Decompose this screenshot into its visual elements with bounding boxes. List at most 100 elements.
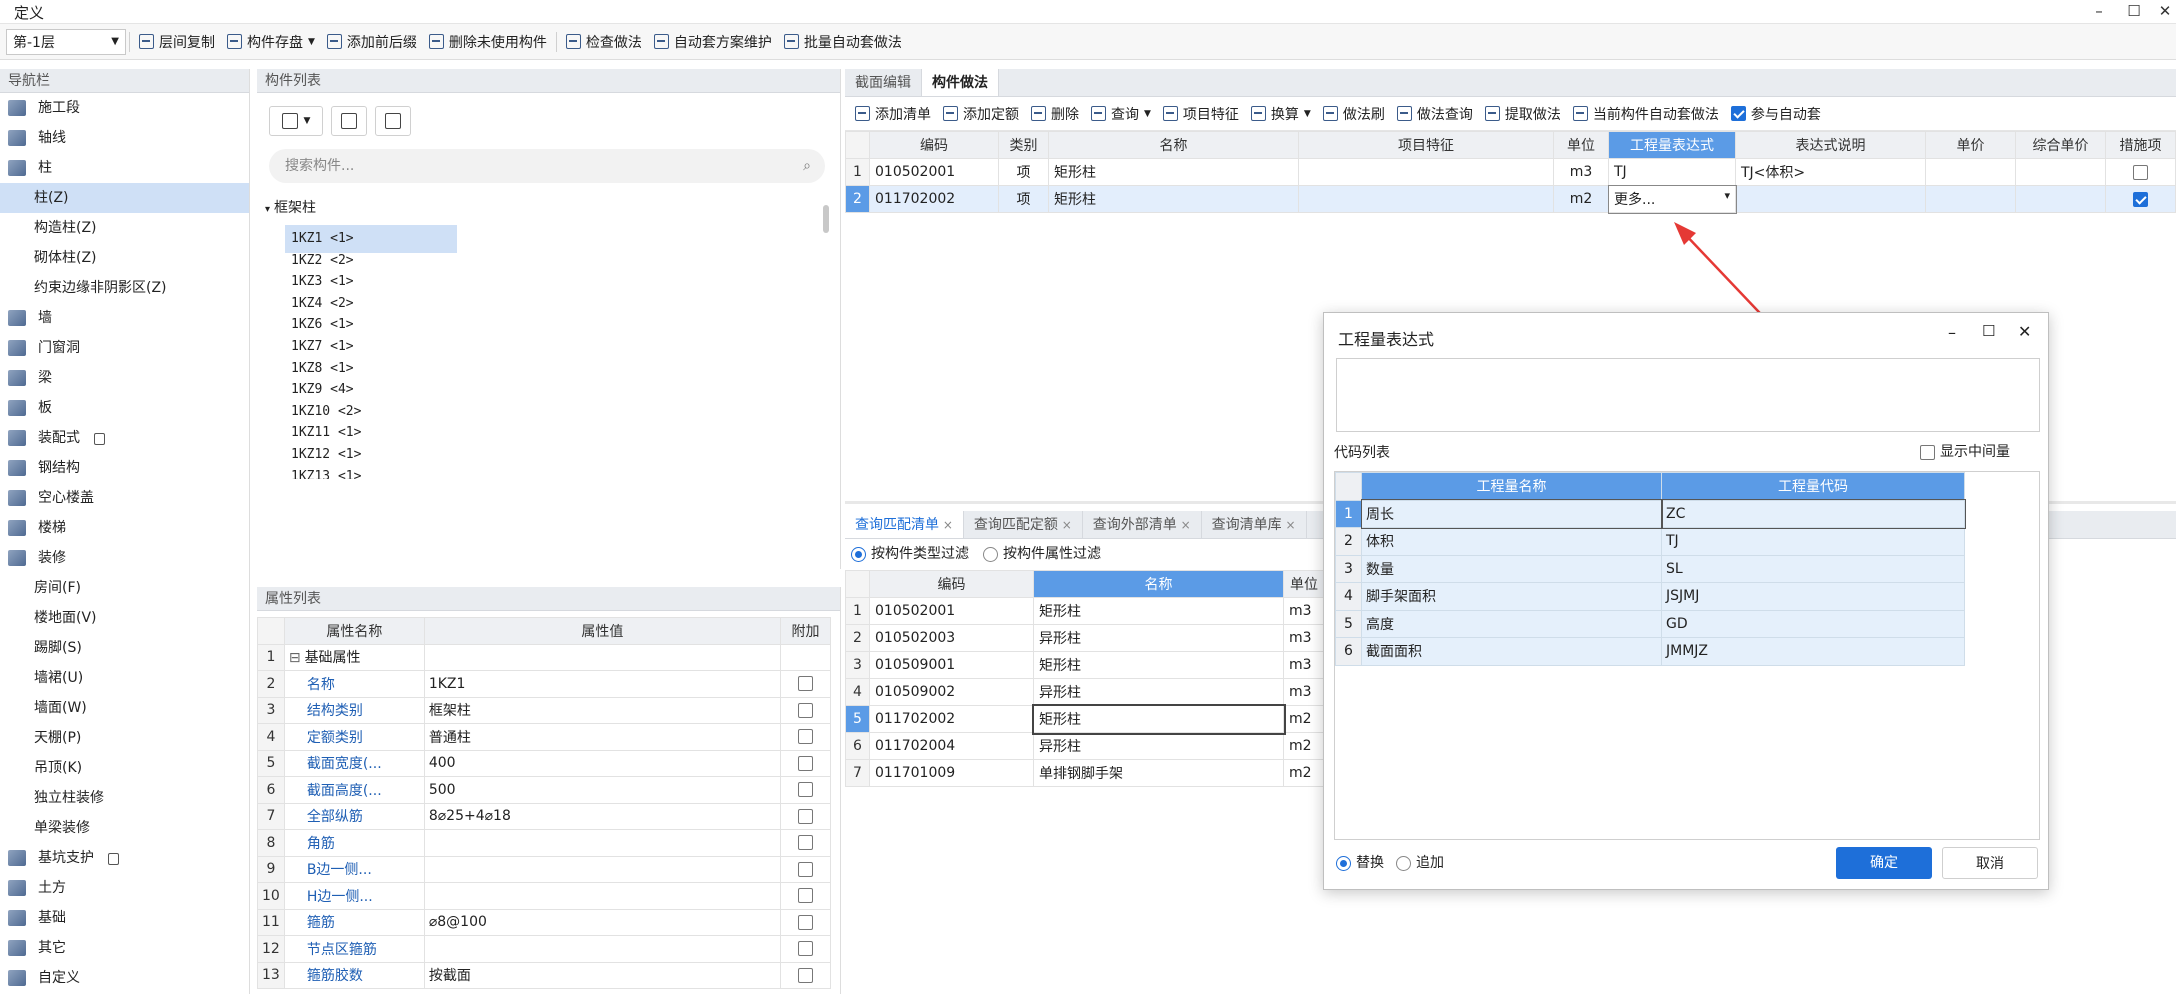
property-name[interactable]: ⊟ 基础属性 [283,643,425,671]
code-value[interactable]: SL [1661,554,1965,583]
query-cell-code[interactable]: 010509001 [869,651,1034,679]
check-method-button[interactable]: 检查做法 [560,28,648,56]
method-cell-unit[interactable]: m3 [1553,158,1609,186]
nav-item[interactable]: 砌体柱(Z) [0,243,249,273]
method-toolbar-button[interactable]: 添加定额 [937,100,1025,128]
query-tab[interactable]: 查询清单库 × [1202,511,1307,538]
property-name[interactable]: 节点区箍筋 [283,935,425,963]
method-toolbar-button[interactable]: 添加清单 [849,100,937,128]
method-cell-expr[interactable]: TJ [1608,158,1736,186]
attach-checkbox[interactable] [798,729,813,745]
method-cell-desc[interactable]: TJ<体积> [1735,158,1926,186]
nav-item[interactable]: 施工段 [0,93,249,123]
property-name[interactable]: 截面高度(... [283,776,425,804]
query-row[interactable]: 5 011702002 矩形柱 m2 [845,703,1325,735]
measure-checkbox[interactable] [2133,191,2148,207]
nav-item[interactable]: 墙裙(U) [0,663,249,693]
method-toolbar-button[interactable]: 查询 ▼ [1085,100,1157,128]
query-cell-name[interactable]: 矩形柱 [1031,703,1286,735]
attach-checkbox[interactable] [798,835,813,851]
property-value[interactable]: 8⌀25+4⌀18 [423,802,782,830]
query-cell-code[interactable]: 010509002 [869,678,1034,706]
append-radio[interactable]: 追加 [1396,852,1444,872]
nav-item[interactable]: 基础 [0,903,249,933]
method-cell-expr[interactable]: 更多... ▾ [1607,184,1737,214]
new-component-button[interactable]: ▼ [269,106,323,136]
query-row[interactable]: 1 010502001 矩形柱 m3 [845,597,1325,625]
auto-apply-checkbox[interactable] [1730,106,1746,121]
query-cell-name[interactable]: 矩形柱 [1033,597,1284,625]
property-value[interactable] [423,829,782,857]
component-item[interactable]: 1KZ13 <1> [285,463,457,479]
close-tab-icon[interactable]: × [1177,518,1191,532]
code-row[interactable]: 5 高度 GD [1335,609,1965,638]
method-toolbar-button[interactable]: 当前构件自动套做法 [1567,100,1725,128]
method-cell-feat[interactable] [1298,185,1554,213]
code-row[interactable]: 1 周长 ZC [1335,499,1966,529]
nav-item[interactable]: 柱(Z) [0,183,249,213]
nav-item[interactable]: 吊顶(K) [0,753,249,783]
query-cell-unit[interactable]: m3 [1283,651,1325,679]
property-name[interactable]: 箍筋 [283,908,425,936]
nav-item[interactable]: 约束边缘非阴影区(Z) [0,273,249,303]
query-cell-unit[interactable]: m2 [1283,705,1325,733]
tab-component-method[interactable]: 构件做法 [922,69,999,96]
code-value[interactable]: JSJMJ [1661,582,1965,611]
copy-between-floors-button[interactable]: 层间复制 [133,28,221,56]
nav-item[interactable]: 柱 [0,153,249,183]
query-cell-unit[interactable]: m3 [1283,678,1325,706]
attach-checkbox[interactable] [798,782,813,798]
nav-item[interactable]: 板 [0,393,249,423]
code-value[interactable]: GD [1661,609,1965,638]
replace-radio[interactable]: 替换 [1336,852,1384,872]
batch-auto-button[interactable]: 批量自动套做法 [778,28,908,56]
query-cell-unit[interactable]: m3 [1283,597,1325,625]
add-prefix-suffix-button[interactable]: 添加前后缀 [321,28,423,56]
close-tab-icon[interactable]: × [1282,518,1295,532]
method-cell-code[interactable]: 011702002 [869,185,999,213]
nav-item[interactable]: 轴线 [0,123,249,153]
attach-checkbox[interactable] [798,861,813,877]
code-name[interactable]: 截面面积 [1361,637,1662,666]
property-value[interactable]: 框架柱 [423,696,782,724]
code-value[interactable]: JMMJZ [1661,637,1965,666]
nav-item[interactable]: 独立柱装修 [0,783,249,813]
auto-scheme-button[interactable]: 自动套方案维护 [648,28,778,56]
close-tab-icon[interactable]: × [1058,518,1072,532]
code-row[interactable]: 4 脚手架面积 JSJMJ [1335,582,1965,611]
nav-item[interactable]: 装配式 [0,423,249,453]
expression-input[interactable] [1336,358,2040,432]
cancel-button[interactable]: 取消 [1942,847,2038,879]
nav-item[interactable]: 空心楼盖 [0,483,249,513]
query-cell-name[interactable]: 异形柱 [1033,732,1284,760]
method-toolbar-button[interactable]: 删除 [1025,100,1085,128]
nav-item[interactable]: 土方 [0,873,249,903]
delete-unused-button[interactable]: 删除未使用构件 [423,28,553,56]
query-tab[interactable]: 查询匹配定额 × [964,511,1083,538]
query-tab[interactable]: 查询外部清单 × [1083,511,1202,538]
query-cell-unit[interactable]: m3 [1283,624,1325,652]
nav-item[interactable]: 天棚(P) [0,723,249,753]
code-name[interactable]: 体积 [1361,527,1662,556]
code-value[interactable]: TJ [1661,527,1965,556]
query-cell-name[interactable]: 矩形柱 [1033,651,1284,679]
query-cell-code[interactable]: 011702004 [869,732,1034,760]
search-icon[interactable]: ⌕ [803,149,811,183]
attach-checkbox[interactable] [798,888,813,904]
nav-item[interactable]: 自定义 [0,963,249,993]
property-value[interactable]: 1KZ1 [423,670,782,698]
method-toolbar-button[interactable]: 提取做法 [1479,100,1567,128]
maximize-icon[interactable]: ☐ [1982,322,1995,340]
method-cell-type[interactable]: 项 [998,158,1049,186]
method-toolbar-button[interactable]: 做法刷 [1317,100,1391,128]
property-value[interactable]: 400 [423,749,782,777]
nav-item[interactable]: 房间(F) [0,573,249,603]
attach-checkbox[interactable] [798,808,813,824]
property-name[interactable]: 角筋 [283,829,425,857]
minimize-icon[interactable]: – [1948,323,1956,342]
property-value[interactable]: 按截面 [423,961,782,989]
close-tab-icon[interactable]: × [939,518,953,532]
query-row[interactable]: 6 011702004 异形柱 m2 [845,732,1325,760]
attach-checkbox[interactable] [798,914,813,930]
close-icon[interactable]: ✕ [2018,322,2031,341]
